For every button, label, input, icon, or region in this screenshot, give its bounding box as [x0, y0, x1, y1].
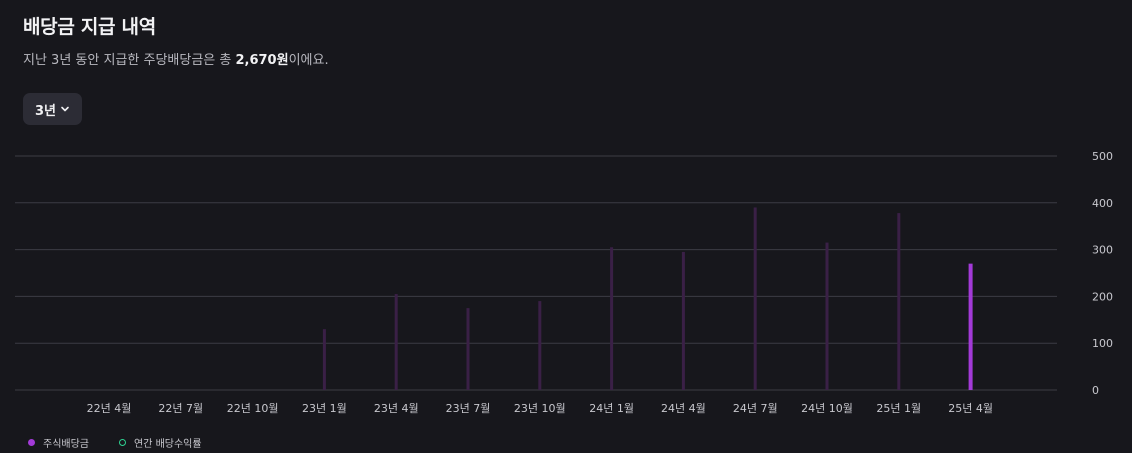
bar	[394, 294, 398, 390]
x-tick-label: 25년 4월	[948, 402, 993, 415]
legend-label-dividend: 주식배당금	[43, 439, 89, 450]
bar	[968, 263, 973, 390]
x-tick-label: 25년 1월	[876, 402, 921, 415]
bar	[466, 308, 470, 390]
legend-label-yield: 연간 배당수익률	[134, 439, 202, 450]
x-tick-label: 24년 1월	[589, 402, 634, 415]
summary-suffix: 이에요.	[288, 53, 329, 68]
x-tick-label: 23년 7월	[446, 402, 491, 415]
y-tick-label: 200	[1092, 290, 1113, 303]
bar	[681, 251, 685, 390]
y-tick-label: 400	[1092, 197, 1113, 210]
x-tick-label: 24년 7월	[733, 402, 778, 415]
summary-amount: 2,670원	[235, 53, 289, 68]
period-dropdown-button[interactable]: 3년	[23, 93, 82, 125]
summary-prefix: 지난 3년 동안 지급한 주당배당금은 총	[23, 53, 236, 68]
y-tick-label: 100	[1092, 337, 1113, 350]
filled-dot-icon	[28, 439, 35, 446]
y-tick-label: 500	[1092, 150, 1113, 163]
y-tick-label: 300	[1092, 244, 1113, 257]
dividend-history-panel: 배당금 지급 내역 지난 3년 동안 지급한 주당배당금은 총 2,670원이에…	[0, 0, 1132, 453]
bar	[753, 207, 757, 390]
x-tick-label: 24년 10월	[801, 402, 853, 415]
bar	[538, 301, 542, 390]
x-tick-label: 23년 10월	[514, 402, 566, 415]
x-tick-label: 24년 4월	[661, 402, 706, 415]
bar	[825, 242, 829, 390]
chevron-down-icon	[61, 106, 69, 112]
chart-legend: 주식배당금 연간 배당수익률	[28, 435, 202, 450]
x-tick-label: 22년 4월	[87, 402, 132, 415]
x-tick-label: 23년 4월	[374, 402, 419, 415]
legend-item-dividend[interactable]: 주식배당금	[28, 435, 89, 450]
page-title: 배당금 지급 내역	[23, 16, 156, 38]
bar	[322, 329, 326, 390]
x-tick-label: 22년 7월	[158, 402, 203, 415]
ring-dot-icon	[119, 439, 126, 446]
legend-item-yield[interactable]: 연간 배당수익률	[119, 435, 202, 450]
bar	[610, 247, 614, 390]
dividend-bar-chart: 0 100 200 300 400 500 22년 4월 22년 7월 22년 10월 23년 1…	[15, 150, 1113, 415]
x-tick-label: 22년 10월	[227, 402, 279, 415]
x-tick-label: 23년 1월	[302, 402, 347, 415]
bar	[897, 213, 901, 390]
dividend-summary: 지난 3년 동안 지급한 주당배당금은 총 2,670원이에요.	[23, 49, 329, 68]
period-label: 3년	[34, 103, 56, 119]
y-tick-label: 0	[1092, 384, 1099, 397]
